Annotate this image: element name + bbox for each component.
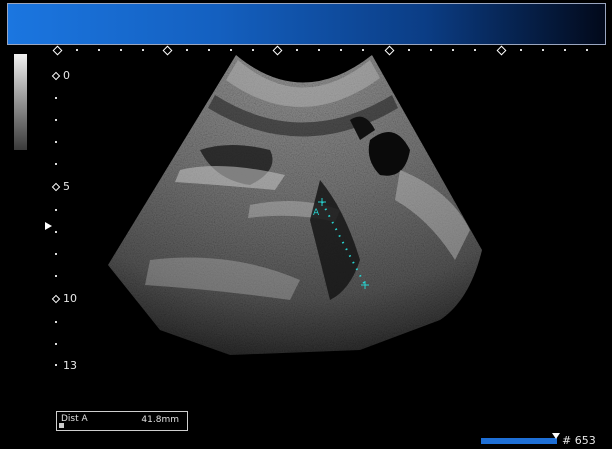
measurement-value: 41.8mm [141, 415, 179, 425]
measurement-box: Dist A 41.8mm [56, 411, 188, 431]
caliper-label: A [313, 208, 320, 218]
frame-number: # 653 [562, 434, 596, 447]
frame-bar[interactable] [481, 438, 557, 444]
ultrasound-image: A [108, 55, 482, 355]
measurement-indicator [59, 423, 64, 428]
measurement-label: Dist A [61, 414, 88, 424]
frame-marker-icon[interactable] [552, 433, 560, 439]
